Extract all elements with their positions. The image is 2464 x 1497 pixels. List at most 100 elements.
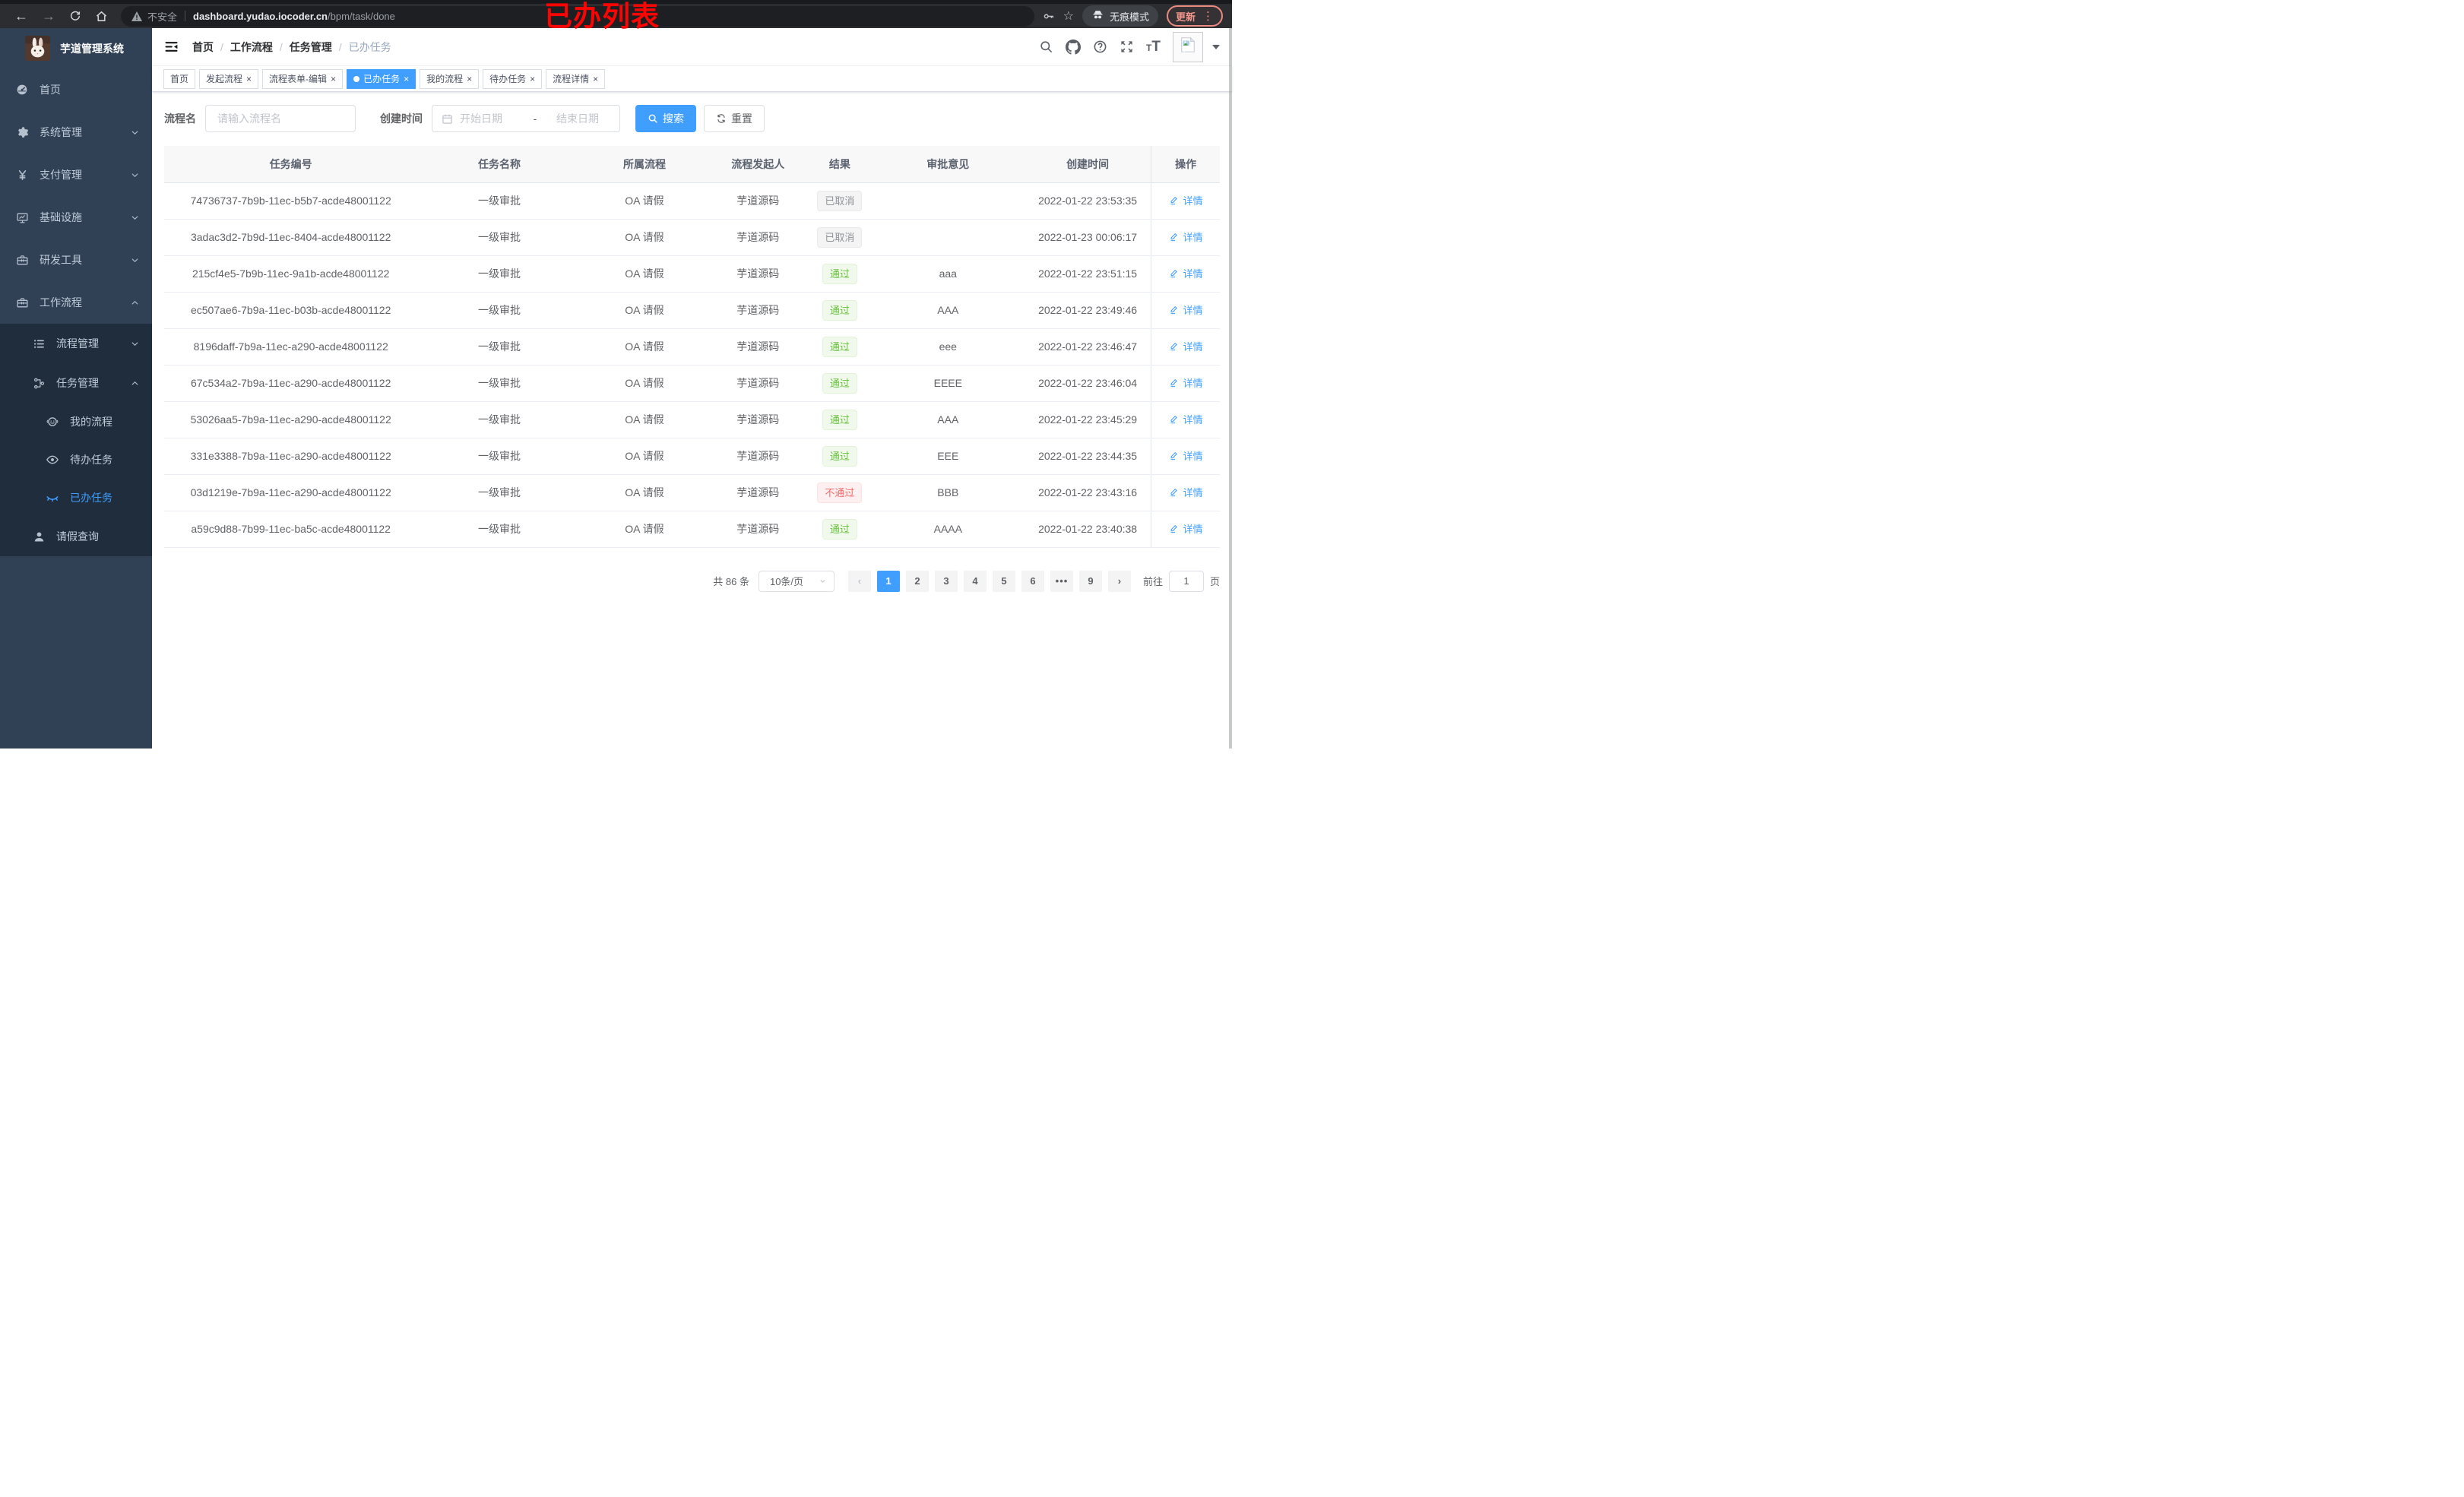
sidebar-item-list[interactable]: 流程管理 — [0, 324, 152, 363]
tab-2[interactable]: 流程表单-编辑 × — [262, 68, 344, 89]
calendar-icon — [442, 113, 453, 125]
avatar-caret-down-icon[interactable] — [1212, 44, 1220, 49]
breadcrumb-item[interactable]: 任务管理 — [290, 40, 332, 55]
breadcrumb: 首页 / 工作流程 / 任务管理 / 已办任务 — [192, 40, 391, 55]
sidebar-item-eye-closed[interactable]: 已办任务 — [0, 479, 152, 517]
starter-cell: 芋道源码 — [708, 511, 809, 548]
detail-link[interactable]: 详情 — [1169, 375, 1203, 390]
goto-page-input[interactable] — [1168, 570, 1204, 592]
url-path[interactable]: /bpm/task/done — [328, 11, 395, 22]
sidebar-menu: 首页 系统管理 支付管理 基础设施 研发工具工作流程流程管理 任务管理 我的流程 待办任务 已办… — [0, 68, 152, 556]
date-range-picker[interactable]: 开始日期 - 结束日期 — [432, 105, 620, 132]
breadcrumb-separator: / — [338, 40, 342, 53]
pagination-more-button[interactable]: ••• — [1050, 570, 1073, 592]
tab-5[interactable]: 待办任务 × — [483, 68, 543, 89]
detail-link[interactable]: 详情 — [1169, 448, 1203, 463]
tab-6[interactable]: 流程详情 × — [546, 68, 606, 89]
incognito-icon — [1091, 8, 1104, 24]
tab-close-icon[interactable]: × — [331, 74, 336, 84]
result-badge: 通过 — [822, 372, 857, 394]
tab-active-3[interactable]: 已办任务 × — [347, 68, 416, 89]
sidebar-item-user[interactable]: 请假查询 — [0, 517, 152, 556]
tab-4[interactable]: 我的流程 × — [420, 68, 480, 89]
home-icon[interactable] — [95, 10, 108, 23]
sidebar-item-label: 工作流程 — [40, 296, 82, 309]
sidebar-item-eye-open[interactable]: 待办任务 — [0, 441, 152, 479]
update-label[interactable]: 更新 — [1176, 9, 1196, 24]
fullscreen-icon[interactable] — [1120, 40, 1134, 54]
address-bar[interactable]: 不安全 dashboard.yudao.iocoder.cn/bpm/task/… — [121, 5, 1034, 27]
tab-1[interactable]: 发起流程 × — [199, 68, 259, 89]
pagination-next-button[interactable]: › — [1107, 570, 1131, 592]
browser-update-button[interactable]: 更新 ⋮ — [1166, 5, 1223, 27]
forward-icon[interactable]: → — [42, 9, 55, 23]
sidebar-logo[interactable]: 芋道管理系统 — [0, 28, 152, 68]
detail-link[interactable]: 详情 — [1169, 485, 1203, 499]
search-button-label: 搜索 — [663, 112, 684, 125]
pagination-page-3[interactable]: 3 — [934, 570, 958, 592]
process-name-input[interactable] — [205, 105, 356, 132]
detail-link[interactable]: 详情 — [1169, 229, 1203, 244]
tab-label: 我的流程 — [426, 74, 464, 84]
reload-icon[interactable] — [69, 10, 81, 22]
key-icon[interactable] — [1042, 10, 1055, 23]
browser-menu-kebab-icon[interactable]: ⋮ — [1202, 9, 1214, 23]
sidebar-item-flow[interactable]: 任务管理 — [0, 363, 152, 403]
search-icon[interactable] — [1039, 40, 1053, 54]
sidebar-item-gear[interactable]: 系统管理 — [0, 111, 152, 153]
detail-link[interactable]: 详情 — [1169, 193, 1203, 207]
url-host[interactable]: dashboard.yudao.iocoder.cn — [193, 11, 328, 22]
goto-unit: 页 — [1209, 576, 1220, 587]
back-icon[interactable]: ← — [14, 9, 28, 23]
result-badge: 通过 — [822, 409, 857, 430]
pagination-page-6[interactable]: 6 — [1021, 570, 1044, 592]
breadcrumb-item[interactable]: 工作流程 — [230, 40, 273, 55]
tab-close-icon[interactable]: × — [404, 74, 409, 84]
result-cell: 已取消 — [808, 219, 872, 256]
search-button[interactable]: 搜索 — [635, 105, 696, 132]
help-icon[interactable] — [1093, 40, 1107, 54]
date-start-placeholder[interactable]: 开始日期 — [460, 111, 525, 126]
avatar[interactable] — [1173, 31, 1203, 62]
detail-link[interactable]: 详情 — [1169, 266, 1203, 280]
tab-close-icon[interactable]: × — [467, 74, 472, 84]
toolbox-icon — [14, 254, 30, 267]
sidebar-item-label: 请假查询 — [56, 530, 99, 543]
pagination-page-1[interactable]: 1 — [876, 570, 900, 592]
detail-link[interactable]: 详情 — [1169, 521, 1203, 536]
sidebar-collapse-icon[interactable] — [164, 40, 179, 54]
sidebar-item-face[interactable]: 我的流程 — [0, 403, 152, 441]
bookmark-star-icon[interactable]: ☆ — [1063, 8, 1074, 24]
starter-cell: 芋道源码 — [708, 365, 809, 402]
navbar-actions: TT — [1039, 31, 1220, 62]
pagination-prev-button[interactable]: ‹ — [847, 570, 871, 592]
tab-0[interactable]: 首页 — [163, 68, 196, 89]
column-header: 创建时间 — [1024, 146, 1151, 183]
pagination-page-9[interactable]: 9 — [1078, 570, 1102, 592]
tab-close-icon[interactable]: × — [246, 74, 252, 84]
detail-link[interactable]: 详情 — [1169, 302, 1203, 317]
main-area: 首页 / 工作流程 / 任务管理 / 已办任务 TT 首页 发起流程 × 流程表… — [152, 28, 1232, 748]
tab-close-icon[interactable]: × — [530, 74, 535, 84]
created-time-cell: 2022-01-22 23:46:04 — [1024, 365, 1151, 402]
pagination-page-4[interactable]: 4 — [963, 570, 987, 592]
date-separator: - — [533, 112, 537, 125]
github-icon[interactable] — [1066, 39, 1082, 55]
detail-link[interactable]: 详情 — [1169, 412, 1203, 426]
sidebar-item-dashboard[interactable]: 首页 — [0, 68, 152, 111]
pagination-page-5[interactable]: 5 — [992, 570, 1015, 592]
detail-link[interactable]: 详情 — [1169, 339, 1203, 353]
reset-button[interactable]: 重置 — [704, 105, 765, 132]
security-warning-icon[interactable] — [131, 11, 142, 21]
page-size-select[interactable]: 10条/页 — [758, 570, 835, 592]
tab-close-icon[interactable]: × — [593, 74, 598, 84]
sidebar-item-toolbox[interactable]: 研发工具 — [0, 239, 152, 281]
sidebar-item-yen[interactable]: 支付管理 — [0, 153, 152, 196]
security-label[interactable]: 不安全 — [147, 9, 177, 24]
breadcrumb-item[interactable]: 首页 — [192, 40, 214, 55]
sidebar-item-briefcase[interactable]: 工作流程 — [0, 281, 152, 324]
date-end-placeholder[interactable]: 结束日期 — [545, 111, 610, 126]
font-size-icon[interactable]: TT — [1146, 40, 1161, 54]
sidebar-item-monitor[interactable]: 基础设施 — [0, 196, 152, 239]
pagination-page-2[interactable]: 2 — [905, 570, 929, 592]
